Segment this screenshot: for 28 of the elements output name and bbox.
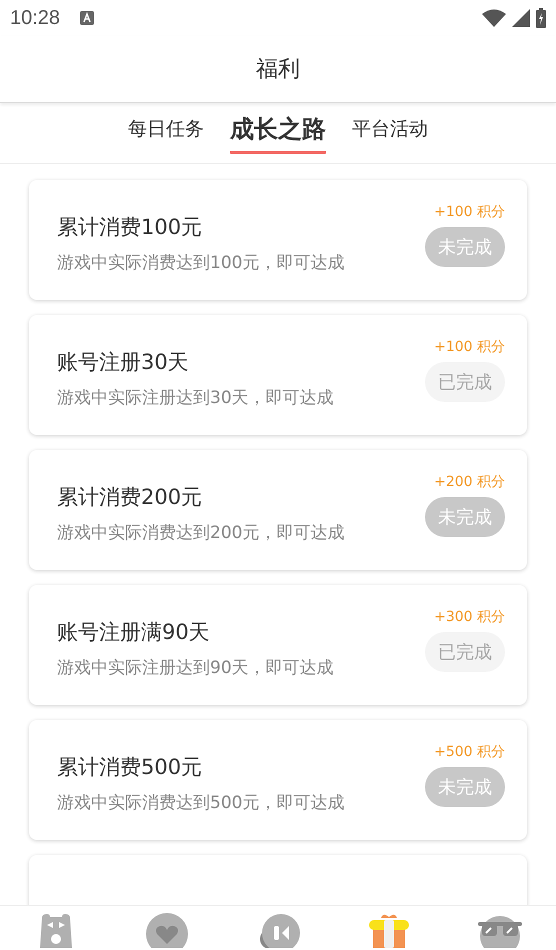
- status-badge: 已完成: [425, 632, 505, 672]
- task-description: 游戏中实际消费达到100元，即可达成: [57, 252, 346, 274]
- reward-points: +300 积分: [434, 608, 505, 626]
- reward-points: +500 积分: [434, 743, 505, 761]
- tab[interactable]: 平台活动: [352, 116, 428, 150]
- tab[interactable]: 每日任务: [128, 116, 204, 150]
- gift-icon: [367, 912, 412, 948]
- task-title: 累计消费500元: [57, 754, 204, 780]
- reward-points: +100 积分: [434, 203, 505, 221]
- reward-points: +100 积分: [434, 338, 505, 356]
- heart-icon: [144, 912, 189, 948]
- task-description: 游戏中实际注册达到90天，即可达成: [57, 656, 335, 678]
- wifi-icon: [482, 9, 506, 27]
- reward-points: +200 积分: [434, 473, 505, 491]
- task-title: 累计消费200元: [57, 484, 204, 510]
- battery-icon: [536, 8, 546, 28]
- status-badge: 已完成: [425, 362, 505, 402]
- status-time: 10:28: [10, 6, 60, 30]
- task-description: 游戏中实际注册达到30天，即可达成: [57, 386, 335, 408]
- task-description: 游戏中实际消费达到500元，即可达成: [57, 792, 346, 814]
- tab[interactable]: 成长之路: [230, 112, 326, 154]
- task-title: 累计消费100元: [57, 214, 204, 240]
- page-title: 福利: [256, 56, 300, 84]
- task-title: 账号注册满90天: [57, 618, 211, 646]
- notification-icon: [80, 11, 94, 25]
- task-title: 账号注册30天: [57, 348, 190, 376]
- signal-icon: [512, 9, 530, 27]
- task-description: 游戏中实际消费达到200元，即可达成: [57, 522, 346, 544]
